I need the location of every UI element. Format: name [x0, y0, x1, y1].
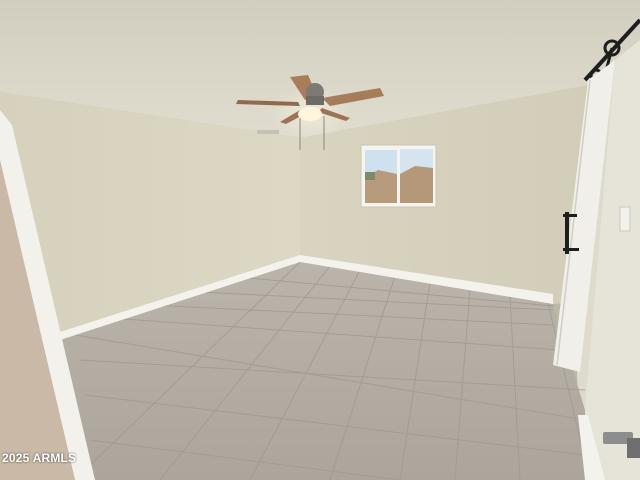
bedroom-photo: [0, 0, 640, 480]
watermark: 2025 ARMLS: [2, 451, 77, 465]
light-switch: [619, 206, 631, 232]
window: [360, 144, 437, 208]
ceiling-vent: [257, 130, 279, 134]
